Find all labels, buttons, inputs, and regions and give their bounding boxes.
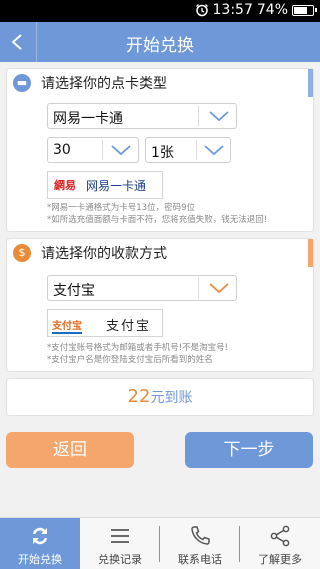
tab-learn-more[interactable]: 了解更多 — [240, 518, 320, 569]
header-bar: 开始兑换 — [0, 22, 320, 62]
quantity-value: 1张 — [151, 145, 174, 161]
denomination-select[interactable]: 30 — [47, 137, 139, 163]
money-bag-icon: $ — [13, 244, 31, 262]
section-accent — [308, 239, 313, 267]
card-type-value: 网易一卡通 — [53, 111, 123, 127]
page-title: 开始兑换 — [126, 36, 194, 56]
tab-start-exchange[interactable]: 开始兑换 — [0, 518, 80, 569]
chevron-down-icon — [111, 145, 131, 156]
total-amount: 22 — [127, 386, 151, 407]
card-icon: ▬ — [13, 74, 31, 92]
bottom-tab-bar: 开始兑换 兑换记录 联系电话 了解更多 — [0, 517, 320, 569]
alipay-logo: 支付宝 支付宝 — [47, 309, 163, 337]
card-type-section: ▬ 请选择你的点卡类型 网易一卡通 30 1张 網易 网易一卡通 *网易一卡通格… — [6, 68, 314, 232]
payment-method-value: 支付宝 — [53, 283, 95, 299]
card-type-select[interactable]: 网易一卡通 — [47, 103, 237, 129]
tab-label: 兑换记录 — [98, 553, 142, 566]
refresh-icon — [33, 527, 47, 545]
card-logo: 網易 网易一卡通 — [47, 171, 163, 199]
tab-exchange-records[interactable]: 兑换记录 — [80, 518, 160, 569]
payment-note-1: *支付宝账号格式为邮箱或者手机号!不是淘宝号! — [47, 343, 229, 353]
status-time: 13:57 — [212, 2, 253, 18]
tab-label: 联系电话 — [178, 553, 222, 566]
netease-logo-icon: 網易 — [54, 179, 76, 192]
alipay-logo-icon: 支付宝 — [52, 317, 82, 334]
denomination-value: 30 — [53, 142, 71, 158]
battery-icon — [292, 4, 317, 16]
chevron-down-icon — [209, 111, 229, 122]
select-divider — [198, 106, 199, 126]
chevron-down-icon — [204, 145, 224, 156]
quantity-select[interactable]: 1张 — [145, 137, 231, 163]
payment-section-title: 请选择你的收款方式 — [41, 246, 167, 262]
alipay-logo-label: 支付宝 — [106, 319, 152, 334]
total-unit: 元到账 — [150, 390, 193, 406]
card-note-2: *如所选充值面额与卡面不符，您将充值失败，钱无法退回! — [47, 215, 268, 225]
status-bar: 13:57 74% — [0, 0, 320, 22]
section-accent — [308, 69, 313, 97]
tab-contact-phone[interactable]: 联系电话 — [160, 518, 240, 569]
card-logo-label: 网易一卡通 — [86, 179, 147, 193]
select-divider — [196, 140, 197, 160]
payment-method-section: $ 请选择你的收款方式 支付宝 支付宝 支付宝 *支付宝账号格式为邮箱或者手机号… — [6, 238, 314, 372]
back-action-button[interactable]: 返回 — [6, 432, 134, 468]
select-divider — [198, 278, 199, 298]
chevron-down-icon — [209, 283, 229, 294]
total-amount-box: 22元到账 — [6, 378, 314, 416]
alarm-clock-icon — [195, 4, 208, 17]
select-divider — [102, 140, 103, 160]
phone-icon — [191, 526, 210, 545]
card-section-title: 请选择你的点卡类型 — [41, 76, 167, 92]
tab-label: 了解更多 — [258, 553, 302, 566]
payment-method-select[interactable]: 支付宝 — [47, 275, 237, 301]
next-step-button[interactable]: 下一步 — [185, 432, 313, 468]
payment-note-2: *支付宝户名是你登陆支付宝后所看到的姓名 — [47, 355, 213, 365]
card-note-1: *网易一卡通格式为卡号13位，密码9位 — [47, 203, 195, 213]
battery-percent: 74% — [256, 2, 288, 18]
share-icon — [270, 525, 290, 547]
tab-label: 开始兑换 — [18, 553, 62, 566]
list-icon — [111, 529, 129, 543]
